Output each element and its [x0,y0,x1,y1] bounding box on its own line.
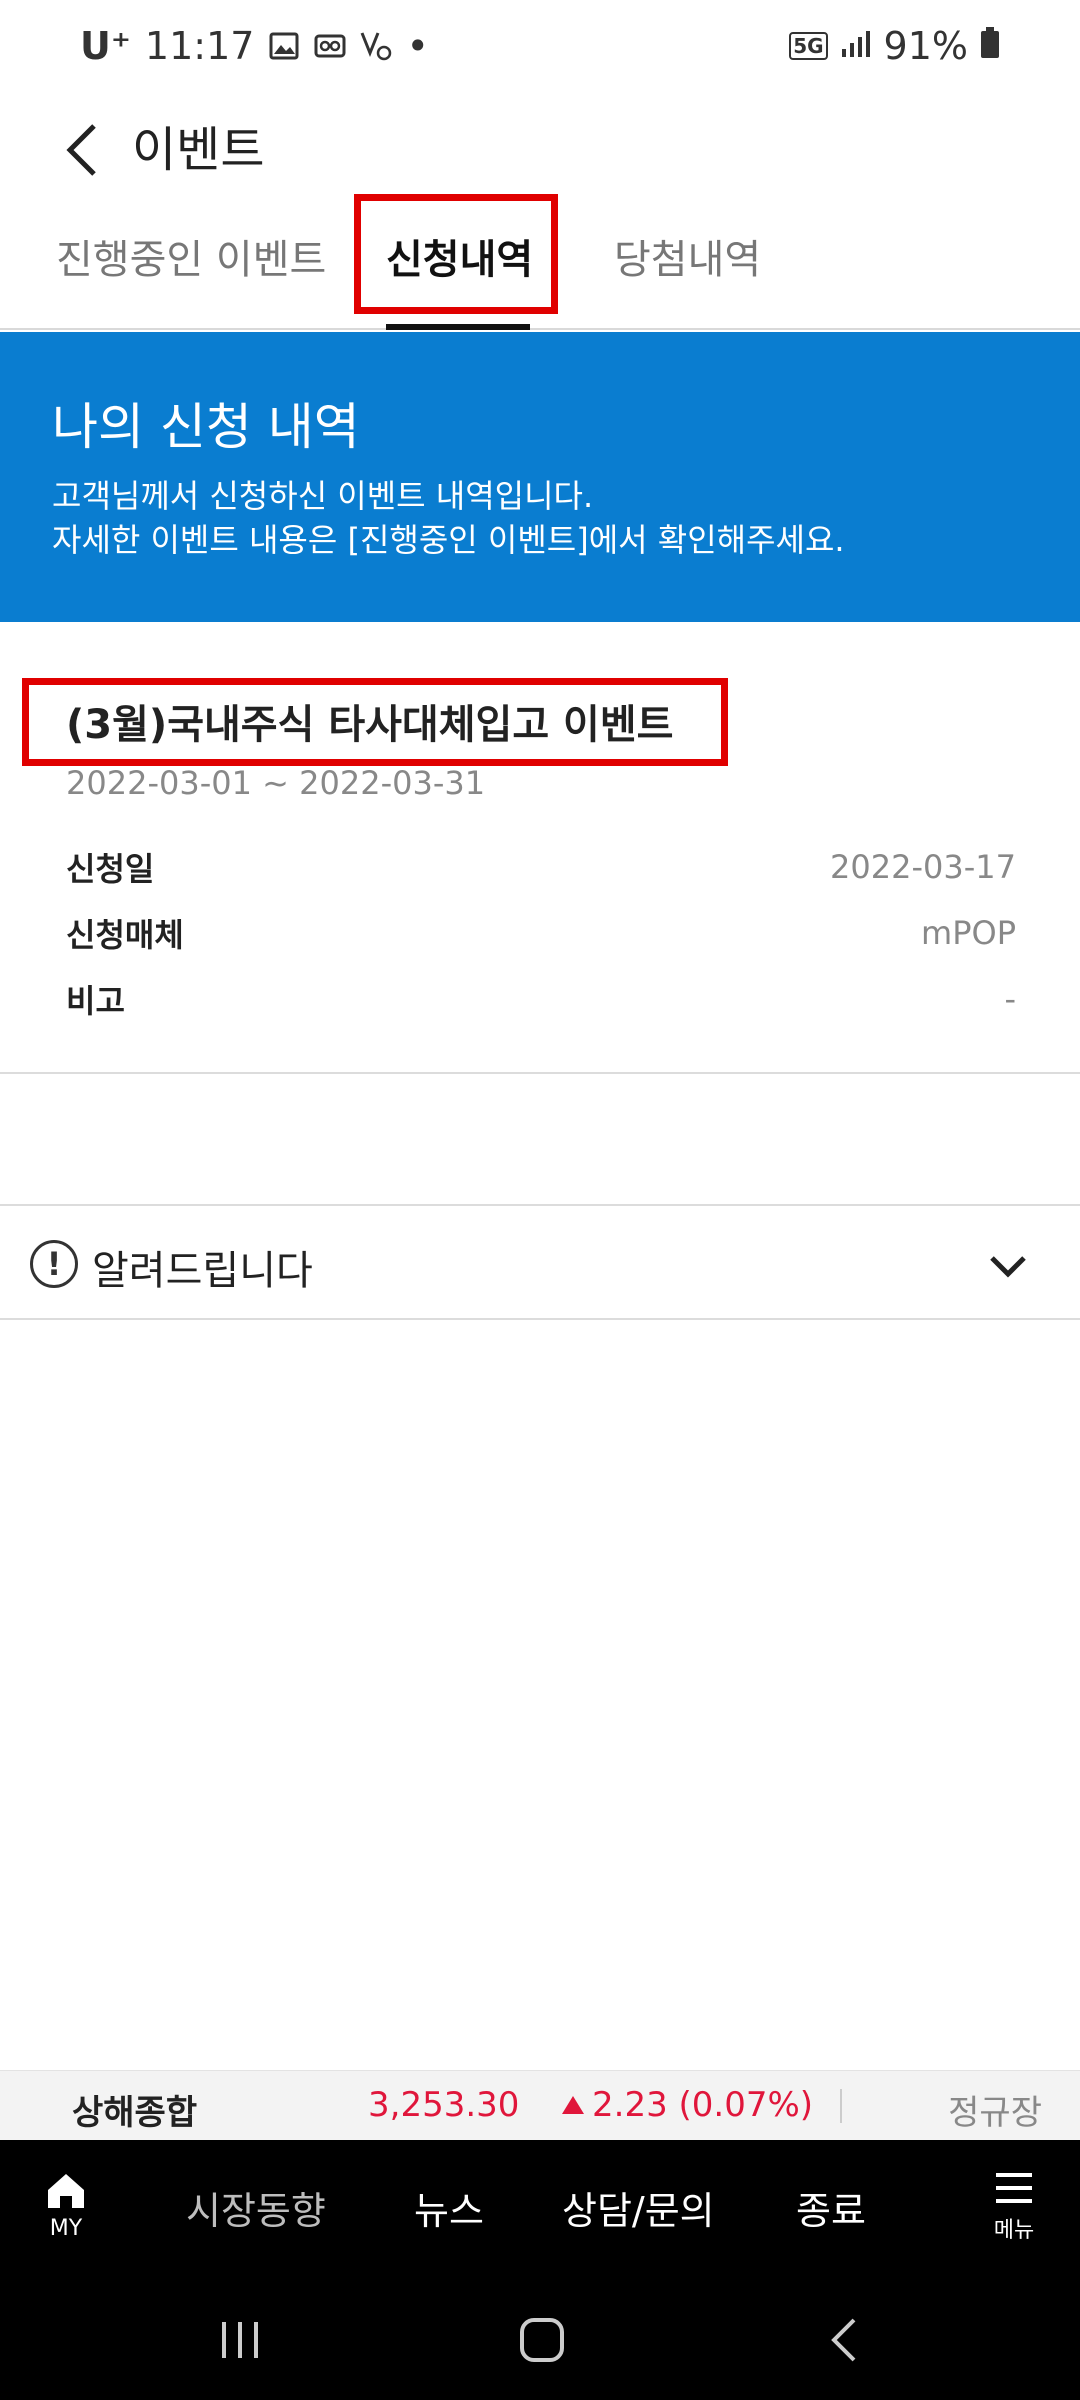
app-header: 이벤트 [0,100,1080,200]
info-label: 비고 [66,982,125,1020]
info-row-remarks: 비고 - [66,974,1016,1024]
event-tabs: 진행중인 이벤트 신청내역 당첨내역 [0,194,1080,330]
info-value: 2022-03-17 [830,848,1016,886]
chevron-left-icon [66,124,96,176]
back-button[interactable] [50,118,114,182]
nav-exit[interactable]: 종료 [796,2180,866,2235]
active-tab-indicator [386,324,530,330]
notice-label: 알려드립니다 [92,1248,313,1294]
signal-alert-icon [360,31,392,61]
signal-strength-icon [840,24,872,68]
back-system-button[interactable] [814,2310,874,2370]
nav-menu-label: 메뉴 [993,2218,1035,2243]
exclamation-icon: ! [30,1240,78,1288]
home-system-button[interactable] [512,2310,572,2370]
home-square-icon [520,2318,564,2362]
battery-icon [980,24,1000,68]
nav-home-label: MY [49,2216,83,2241]
notification-dot: • [406,24,429,68]
banner-line-2: 자세한 이벤트 내용은 [진행중인 이벤트]에서 확인해주세요. [52,521,845,559]
status-left: U⁺ 11:17 • [80,24,429,68]
status-bar: U⁺ 11:17 • 5G 91% [0,0,1080,100]
recent-apps-button[interactable] [210,2310,270,2370]
info-value: mPOP [921,914,1016,952]
banner-description: 고객님께서 신청하신 이벤트 내역입니다. 자세한 이벤트 내용은 [진행중인 … [52,474,1028,562]
ticker-session: 정규장 [948,2093,1042,2133]
nav-consult-inquiry[interactable]: 상담/문의 [562,2180,715,2235]
market-ticker[interactable]: 상해종합 3,253.30 2.23 (0.07%) 정규장 [0,2070,1080,2140]
event-card[interactable]: (3월)국내주식 타사대체입고 이벤트 2022-03-01 ~ 2022-03… [0,622,1080,1074]
ticker-change: 2.23 (0.07%) [560,2085,813,2125]
recent-apps-icon [222,2322,258,2358]
gallery-icon [268,31,300,61]
home-icon [48,2174,84,2208]
info-label: 신청매체 [66,916,184,954]
nav-menu-button[interactable]: 메뉴 [978,2170,1050,2244]
notice-accordion[interactable]: ! 알려드립니다 [0,1204,1080,1320]
ticker-price: 3,253.30 [368,2085,520,2125]
system-nav-bar [0,2274,1080,2400]
bottom-nav: MY 시장동향 뉴스 상담/문의 종료 메뉴 [0,2140,1080,2274]
tab-ongoing-events[interactable]: 진행중인 이벤트 [56,230,326,290]
battery-percent: 91% [883,24,968,68]
voicemail-icon [314,31,346,61]
highlight-box-tab [354,194,558,314]
info-banner: 나의 신청 내역 고객님께서 신청하신 이벤트 내역입니다. 자세한 이벤트 내… [0,332,1080,622]
nav-home-button[interactable]: MY [30,2170,102,2241]
clock: 11:17 [144,24,255,68]
banner-title: 나의 신청 내역 [52,398,360,456]
event-period: 2022-03-01 ~ 2022-03-31 [66,764,486,802]
nav-news[interactable]: 뉴스 [414,2180,484,2235]
chevron-down-icon[interactable] [984,1242,1032,1290]
ticker-separator [840,2089,842,2123]
nav-market-trends[interactable]: 시장동향 [186,2180,326,2235]
carrier-label: U⁺ [80,24,131,68]
tab-winner-history[interactable]: 당첨내역 [614,230,761,290]
network-5g-icon: 5G [789,32,828,60]
info-row-apply-date: 신청일 2022-03-17 [66,842,1016,892]
triangle-up-icon [562,2096,584,2114]
info-row-apply-channel: 신청매체 mPOP [66,908,1016,958]
ticker-change-value: 2.23 (0.07%) [592,2085,814,2125]
banner-line-1: 고객님께서 신청하신 이벤트 내역입니다. [52,477,594,515]
hamburger-menu-icon [996,2173,1032,2203]
status-right: 5G 91% [789,24,1000,68]
info-value: - [1004,980,1016,1018]
page-title: 이벤트 [132,122,265,178]
event-title: (3월)국내주식 타사대체입고 이벤트 [66,702,674,748]
ticker-index-name: 상해종합 [72,2093,198,2133]
chevron-left-icon [831,2318,856,2362]
info-label: 신청일 [66,850,155,888]
